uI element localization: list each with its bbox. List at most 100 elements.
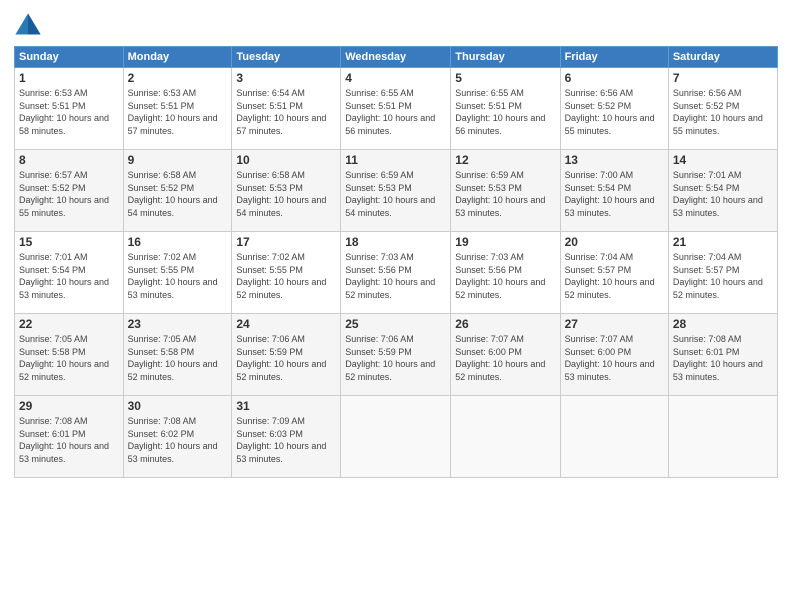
sunset-label: Sunset: 6:01 PM [19, 429, 86, 439]
day-info: Sunrise: 7:08 AM Sunset: 6:02 PM Dayligh… [128, 415, 228, 465]
day-info: Sunrise: 7:04 AM Sunset: 5:57 PM Dayligh… [565, 251, 664, 301]
day-info: Sunrise: 6:55 AM Sunset: 5:51 PM Dayligh… [345, 87, 446, 137]
day-cell: 26 Sunrise: 7:07 AM Sunset: 6:00 PM Dayl… [451, 314, 560, 396]
sunset-label: Sunset: 5:55 PM [236, 265, 303, 275]
day-number: 3 [236, 71, 336, 85]
daylight-label: Daylight: 10 hours and 57 minutes. [128, 113, 218, 136]
daylight-label: Daylight: 10 hours and 53 minutes. [673, 359, 763, 382]
daylight-label: Daylight: 10 hours and 52 minutes. [455, 277, 545, 300]
day-cell: 11 Sunrise: 6:59 AM Sunset: 5:53 PM Dayl… [341, 150, 451, 232]
day-cell: 24 Sunrise: 7:06 AM Sunset: 5:59 PM Dayl… [232, 314, 341, 396]
sunrise-label: Sunrise: 7:09 AM [236, 416, 305, 426]
daylight-label: Daylight: 10 hours and 55 minutes. [565, 113, 655, 136]
sunset-label: Sunset: 5:52 PM [128, 183, 195, 193]
week-row-2: 8 Sunrise: 6:57 AM Sunset: 5:52 PM Dayli… [15, 150, 778, 232]
sunrise-label: Sunrise: 6:58 AM [128, 170, 197, 180]
day-cell: 27 Sunrise: 7:07 AM Sunset: 6:00 PM Dayl… [560, 314, 668, 396]
day-cell: 14 Sunrise: 7:01 AM Sunset: 5:54 PM Dayl… [668, 150, 777, 232]
week-row-4: 22 Sunrise: 7:05 AM Sunset: 5:58 PM Dayl… [15, 314, 778, 396]
sunrise-label: Sunrise: 7:04 AM [565, 252, 634, 262]
sunset-label: Sunset: 5:52 PM [565, 101, 632, 111]
day-info: Sunrise: 6:58 AM Sunset: 5:52 PM Dayligh… [128, 169, 228, 219]
day-number: 17 [236, 235, 336, 249]
day-number: 31 [236, 399, 336, 413]
day-info: Sunrise: 6:55 AM Sunset: 5:51 PM Dayligh… [455, 87, 555, 137]
sunset-label: Sunset: 5:52 PM [673, 101, 740, 111]
sunset-label: Sunset: 6:00 PM [455, 347, 522, 357]
day-cell: 10 Sunrise: 6:58 AM Sunset: 5:53 PM Dayl… [232, 150, 341, 232]
day-info: Sunrise: 7:03 AM Sunset: 5:56 PM Dayligh… [345, 251, 446, 301]
day-info: Sunrise: 6:59 AM Sunset: 5:53 PM Dayligh… [345, 169, 446, 219]
daylight-label: Daylight: 10 hours and 54 minutes. [345, 195, 435, 218]
daylight-label: Daylight: 10 hours and 58 minutes. [19, 113, 109, 136]
day-cell: 5 Sunrise: 6:55 AM Sunset: 5:51 PM Dayli… [451, 68, 560, 150]
day-info: Sunrise: 6:53 AM Sunset: 5:51 PM Dayligh… [128, 87, 228, 137]
daylight-label: Daylight: 10 hours and 53 minutes. [19, 441, 109, 464]
sunset-label: Sunset: 5:52 PM [19, 183, 86, 193]
day-info: Sunrise: 7:04 AM Sunset: 5:57 PM Dayligh… [673, 251, 773, 301]
day-number: 21 [673, 235, 773, 249]
sunrise-label: Sunrise: 6:59 AM [455, 170, 524, 180]
sunset-label: Sunset: 5:56 PM [345, 265, 412, 275]
daylight-label: Daylight: 10 hours and 53 minutes. [455, 195, 545, 218]
day-header-saturday: Saturday [668, 47, 777, 68]
daylight-label: Daylight: 10 hours and 52 minutes. [236, 277, 326, 300]
day-cell [451, 396, 560, 478]
daylight-label: Daylight: 10 hours and 53 minutes. [128, 277, 218, 300]
day-info: Sunrise: 7:07 AM Sunset: 6:00 PM Dayligh… [565, 333, 664, 383]
day-cell: 12 Sunrise: 6:59 AM Sunset: 5:53 PM Dayl… [451, 150, 560, 232]
sunrise-label: Sunrise: 6:53 AM [19, 88, 88, 98]
day-number: 8 [19, 153, 119, 167]
sunset-label: Sunset: 5:54 PM [565, 183, 632, 193]
day-number: 20 [565, 235, 664, 249]
day-number: 12 [455, 153, 555, 167]
header-row: SundayMondayTuesdayWednesdayThursdayFrid… [15, 47, 778, 68]
day-number: 1 [19, 71, 119, 85]
daylight-label: Daylight: 10 hours and 53 minutes. [19, 277, 109, 300]
daylight-label: Daylight: 10 hours and 57 minutes. [236, 113, 326, 136]
day-cell: 25 Sunrise: 7:06 AM Sunset: 5:59 PM Dayl… [341, 314, 451, 396]
day-info: Sunrise: 6:53 AM Sunset: 5:51 PM Dayligh… [19, 87, 119, 137]
day-cell: 23 Sunrise: 7:05 AM Sunset: 5:58 PM Dayl… [123, 314, 232, 396]
day-info: Sunrise: 6:59 AM Sunset: 5:53 PM Dayligh… [455, 169, 555, 219]
sunset-label: Sunset: 5:59 PM [236, 347, 303, 357]
sunrise-label: Sunrise: 7:03 AM [455, 252, 524, 262]
sunrise-label: Sunrise: 7:02 AM [128, 252, 197, 262]
sunrise-label: Sunrise: 7:07 AM [565, 334, 634, 344]
day-info: Sunrise: 7:02 AM Sunset: 5:55 PM Dayligh… [128, 251, 228, 301]
sunrise-label: Sunrise: 7:05 AM [19, 334, 88, 344]
day-cell: 17 Sunrise: 7:02 AM Sunset: 5:55 PM Dayl… [232, 232, 341, 314]
daylight-label: Daylight: 10 hours and 53 minutes. [565, 359, 655, 382]
day-number: 18 [345, 235, 446, 249]
day-info: Sunrise: 6:58 AM Sunset: 5:53 PM Dayligh… [236, 169, 336, 219]
sunset-label: Sunset: 5:51 PM [128, 101, 195, 111]
sunset-label: Sunset: 6:00 PM [565, 347, 632, 357]
day-number: 7 [673, 71, 773, 85]
logo [14, 10, 46, 38]
sunrise-label: Sunrise: 7:01 AM [19, 252, 88, 262]
sunrise-label: Sunrise: 6:53 AM [128, 88, 197, 98]
sunset-label: Sunset: 5:54 PM [673, 183, 740, 193]
calendar-table: SundayMondayTuesdayWednesdayThursdayFrid… [14, 46, 778, 478]
day-number: 2 [128, 71, 228, 85]
day-cell: 8 Sunrise: 6:57 AM Sunset: 5:52 PM Dayli… [15, 150, 124, 232]
sunset-label: Sunset: 5:57 PM [673, 265, 740, 275]
day-number: 10 [236, 153, 336, 167]
day-cell: 13 Sunrise: 7:00 AM Sunset: 5:54 PM Dayl… [560, 150, 668, 232]
daylight-label: Daylight: 10 hours and 52 minutes. [673, 277, 763, 300]
day-number: 15 [19, 235, 119, 249]
day-cell: 18 Sunrise: 7:03 AM Sunset: 5:56 PM Dayl… [341, 232, 451, 314]
day-cell [668, 396, 777, 478]
sunset-label: Sunset: 5:57 PM [565, 265, 632, 275]
daylight-label: Daylight: 10 hours and 53 minutes. [236, 441, 326, 464]
day-header-wednesday: Wednesday [341, 47, 451, 68]
sunset-label: Sunset: 5:54 PM [19, 265, 86, 275]
sunset-label: Sunset: 5:51 PM [455, 101, 522, 111]
day-info: Sunrise: 7:08 AM Sunset: 6:01 PM Dayligh… [19, 415, 119, 465]
sunrise-label: Sunrise: 7:08 AM [673, 334, 742, 344]
sunset-label: Sunset: 5:53 PM [345, 183, 412, 193]
daylight-label: Daylight: 10 hours and 56 minutes. [455, 113, 545, 136]
day-cell: 2 Sunrise: 6:53 AM Sunset: 5:51 PM Dayli… [123, 68, 232, 150]
day-number: 19 [455, 235, 555, 249]
sunset-label: Sunset: 5:53 PM [236, 183, 303, 193]
